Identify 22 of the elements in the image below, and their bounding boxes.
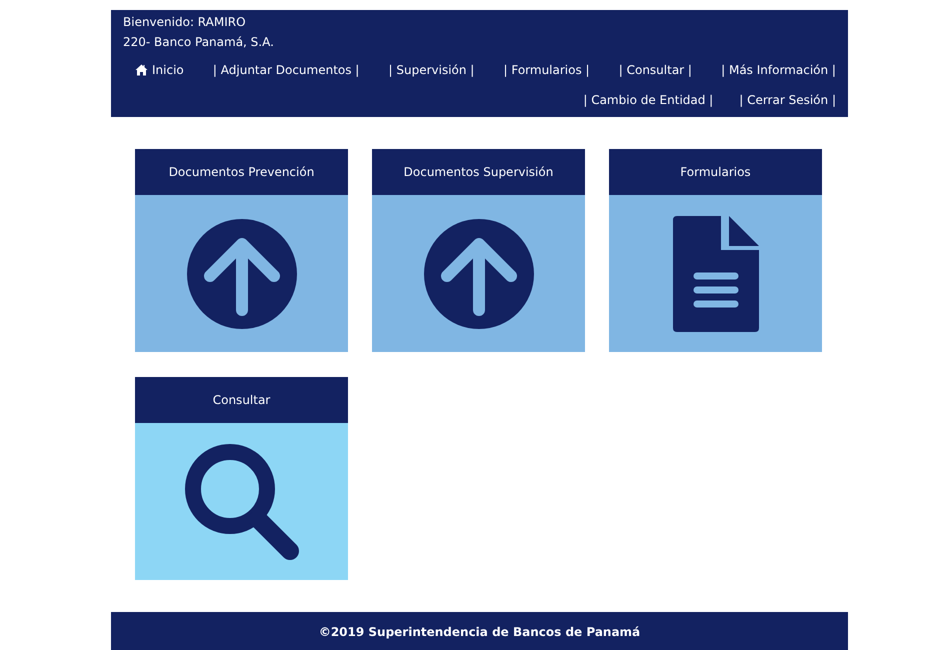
- welcome-text: Bienvenido: RAMIRO: [123, 15, 246, 29]
- tile-title: Documentos Supervisión: [404, 164, 554, 181]
- menu-tile[interactable]: Formularios: [609, 149, 822, 352]
- nav-link[interactable]: | Cerrar Sesión |: [739, 91, 836, 109]
- nav-link[interactable]: | Cambio de Entidad |: [583, 91, 714, 109]
- entity-text: 220- Banco Panamá, S.A.: [123, 35, 274, 49]
- tile-title: Documentos Prevención: [168, 164, 314, 181]
- nav-link[interactable]: | Supervisión |: [388, 61, 474, 79]
- menu-tile[interactable]: Documentos Supervisión: [372, 149, 585, 352]
- nav-link[interactable]: | Adjuntar Documentos |: [212, 61, 360, 79]
- copyright-text: ©2019 Superintendencia de Bancos de Panamá: [318, 624, 640, 641]
- document-icon: [672, 216, 758, 332]
- menu-tile[interactable]: Consultar: [135, 377, 348, 580]
- nav-link[interactable]: | Consultar |: [618, 61, 692, 79]
- search-icon: [184, 442, 300, 560]
- nav-link[interactable]: | Más Información |: [721, 61, 836, 79]
- home-link[interactable]: Inicio: [135, 61, 184, 79]
- home-icon: [135, 64, 148, 76]
- tile-title: Formularios: [680, 164, 751, 181]
- menu-tile[interactable]: Documentos Prevención: [135, 149, 348, 352]
- tile-title: Consultar: [212, 392, 270, 409]
- nav-link[interactable]: | Formularios |: [503, 61, 590, 79]
